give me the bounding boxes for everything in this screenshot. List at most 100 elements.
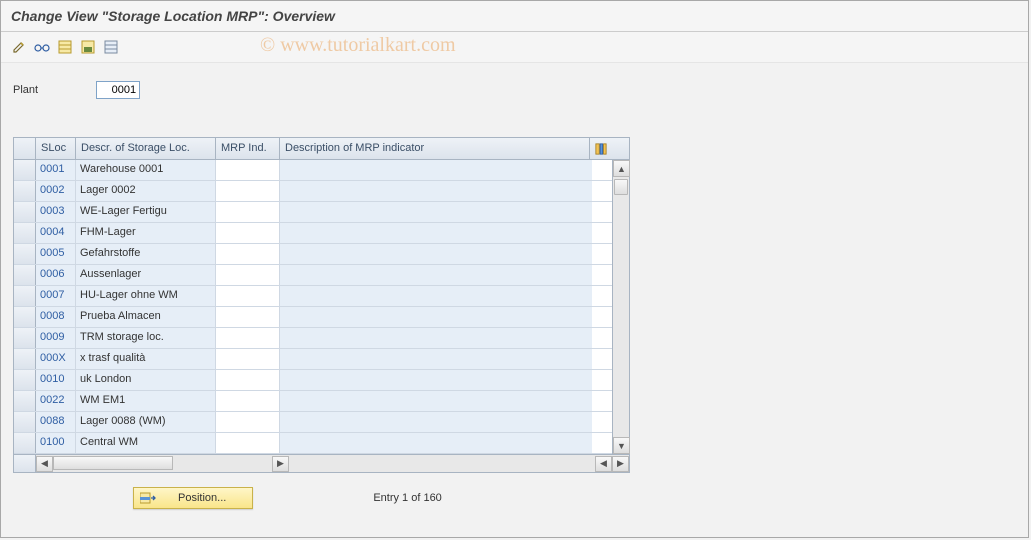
cell-desc: FHM-Lager: [76, 223, 216, 243]
cell-mrp-ind[interactable]: [216, 202, 280, 222]
row-selector[interactable]: [14, 370, 36, 390]
row-selector[interactable]: [14, 244, 36, 264]
mrp-ind-input[interactable]: [216, 244, 279, 264]
table-row: 0001Warehouse 0001: [14, 160, 612, 181]
cell-mrp-ind[interactable]: [216, 391, 280, 411]
row-selector[interactable]: [14, 181, 36, 201]
cell-mrp-ind[interactable]: [216, 244, 280, 264]
cell-mrp-ind[interactable]: [216, 412, 280, 432]
table-row: 000Xx trasf qualità: [14, 349, 612, 370]
row-selector[interactable]: [14, 412, 36, 432]
position-button[interactable]: Position...: [133, 487, 253, 509]
vertical-scrollbar[interactable]: ▲ ▼: [612, 160, 629, 454]
cell-sloc: 0009: [36, 328, 76, 348]
mrp-ind-input[interactable]: [216, 202, 279, 222]
row-selector[interactable]: [14, 307, 36, 327]
mrp-ind-input[interactable]: [216, 412, 279, 432]
cell-desc: uk London: [76, 370, 216, 390]
scroll-down-icon[interactable]: ▼: [613, 437, 630, 454]
scroll-thumb[interactable]: [614, 179, 628, 195]
glasses-icon[interactable]: [32, 37, 52, 57]
mrp-ind-input[interactable]: [216, 370, 279, 390]
deselect-all-icon[interactable]: [101, 37, 121, 57]
mrp-ind-input[interactable]: [216, 160, 279, 180]
row-selector[interactable]: [14, 265, 36, 285]
row-selector[interactable]: [14, 160, 36, 180]
cell-mrp-ind[interactable]: [216, 160, 280, 180]
row-selector[interactable]: [14, 391, 36, 411]
mrp-ind-input[interactable]: [216, 286, 279, 306]
cell-desc: Gefahrstoffe: [76, 244, 216, 264]
row-selector[interactable]: [14, 223, 36, 243]
cell-mrp-desc: [280, 223, 592, 243]
toggle-change-icon[interactable]: [9, 37, 29, 57]
scroll-right-icon[interactable]: ▶: [272, 456, 289, 472]
cell-mrp-ind[interactable]: [216, 370, 280, 390]
table-row: 0008Prueba Almacen: [14, 307, 612, 328]
mrp-ind-input[interactable]: [216, 328, 279, 348]
cell-desc: WM EM1: [76, 391, 216, 411]
cell-mrp-ind[interactable]: [216, 328, 280, 348]
column-mrp-ind[interactable]: MRP Ind.: [216, 138, 280, 159]
cell-mrp-desc: [280, 433, 592, 453]
table-row: 0088Lager 0088 (WM): [14, 412, 612, 433]
mrp-ind-input[interactable]: [216, 181, 279, 201]
row-selector[interactable]: [14, 433, 36, 453]
column-desc[interactable]: Descr. of Storage Loc.: [76, 138, 216, 159]
column-mrp-desc[interactable]: Description of MRP indicator: [280, 138, 590, 159]
cell-mrp-desc: [280, 181, 592, 201]
cell-sloc: 0003: [36, 202, 76, 222]
cell-mrp-ind[interactable]: [216, 265, 280, 285]
select-all-header[interactable]: [14, 138, 36, 159]
horizontal-scrollbar[interactable]: ◀ ▶ ◀ ▶: [36, 455, 629, 472]
mrp-ind-input[interactable]: [216, 349, 279, 369]
row-selector[interactable]: [14, 202, 36, 222]
cell-mrp-ind[interactable]: [216, 223, 280, 243]
table-row: 0004FHM-Lager: [14, 223, 612, 244]
cell-mrp-ind[interactable]: [216, 181, 280, 201]
mrp-ind-input[interactable]: [216, 265, 279, 285]
cell-sloc: 0100: [36, 433, 76, 453]
position-icon: [140, 491, 156, 505]
plant-input[interactable]: [96, 81, 140, 99]
cell-desc: Aussenlager: [76, 265, 216, 285]
scroll-right2-icon[interactable]: ▶: [612, 456, 629, 472]
cell-sloc: 0004: [36, 223, 76, 243]
cell-mrp-ind[interactable]: [216, 286, 280, 306]
cell-mrp-desc: [280, 370, 592, 390]
cell-desc: Central WM: [76, 433, 216, 453]
table-row: 0002Lager 0002: [14, 181, 612, 202]
row-selector[interactable]: [14, 286, 36, 306]
mrp-ind-input[interactable]: [216, 433, 279, 453]
cell-sloc: 0008: [36, 307, 76, 327]
cell-mrp-ind[interactable]: [216, 349, 280, 369]
row-selector[interactable]: [14, 328, 36, 348]
cell-mrp-ind[interactable]: [216, 307, 280, 327]
table-row: 0100Central WM: [14, 433, 612, 454]
save-grid-icon[interactable]: [78, 37, 98, 57]
table-row: 0009TRM storage loc.: [14, 328, 612, 349]
cell-mrp-ind[interactable]: [216, 433, 280, 453]
h-scroll-thumb[interactable]: [53, 456, 173, 470]
select-all-icon[interactable]: [55, 37, 75, 57]
scroll-left2-icon[interactable]: ◀: [595, 456, 612, 472]
cell-mrp-desc: [280, 286, 592, 306]
position-label: Position...: [178, 492, 226, 504]
scroll-left-icon[interactable]: ◀: [36, 456, 53, 472]
mrp-ind-input[interactable]: [216, 391, 279, 411]
mrp-ind-input[interactable]: [216, 307, 279, 327]
cell-sloc: 0001: [36, 160, 76, 180]
column-sloc[interactable]: SLoc: [36, 138, 76, 159]
scroll-up-icon[interactable]: ▲: [613, 160, 630, 177]
entry-count: Entry 1 of 160: [373, 492, 442, 504]
page-title: Change View "Storage Location MRP": Over…: [1, 1, 1028, 32]
cell-desc: x trasf qualità: [76, 349, 216, 369]
row-selector[interactable]: [14, 349, 36, 369]
toolbar: [1, 32, 1028, 63]
cell-mrp-desc: [280, 391, 592, 411]
plant-label: Plant: [13, 84, 38, 96]
configure-columns-icon[interactable]: [590, 138, 612, 159]
mrp-ind-input[interactable]: [216, 223, 279, 243]
table-row: 0005Gefahrstoffe: [14, 244, 612, 265]
cell-desc: Lager 0088 (WM): [76, 412, 216, 432]
